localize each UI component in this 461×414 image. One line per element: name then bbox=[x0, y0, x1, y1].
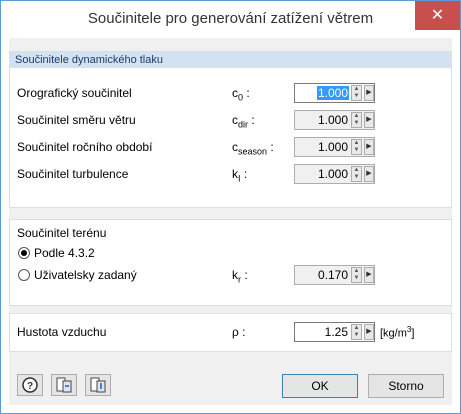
air-density-field[interactable]: 1.25 ▲ ▼ ▶ bbox=[294, 322, 375, 342]
season-spinner[interactable]: ▲ ▼ bbox=[351, 139, 362, 155]
season-label: Součinitel ročního období bbox=[17, 140, 153, 154]
spin-down-icon[interactable]: ▼ bbox=[352, 332, 361, 339]
turbulence-label: Součinitel turbulence bbox=[17, 167, 129, 181]
dynamic-pressure-header: Součinitele dynamického tlaku bbox=[10, 52, 451, 68]
orography-value[interactable]: 1.000 bbox=[316, 86, 349, 100]
orography-symbol: c0 : bbox=[232, 86, 250, 103]
turbulence-spinner[interactable]: ▲ ▼ bbox=[351, 166, 362, 182]
orography-spinner[interactable]: ▲ ▼ bbox=[351, 85, 362, 101]
import-button[interactable] bbox=[51, 374, 77, 396]
dialog-window: Součinitele pro generování zatížení větr… bbox=[0, 0, 461, 414]
cancel-button[interactable]: Storno bbox=[368, 374, 444, 398]
terrain-menu-arrow-icon[interactable]: ▶ bbox=[364, 267, 374, 283]
spin-up-icon[interactable]: ▲ bbox=[352, 140, 361, 147]
air-density-label: Hustota vzduchu bbox=[17, 325, 107, 339]
spin-down-icon[interactable]: ▼ bbox=[352, 174, 361, 181]
terrain-field[interactable]: 0.170 ▲ ▼ ▶ bbox=[294, 265, 375, 285]
turbulence-symbol: kI : bbox=[232, 167, 248, 184]
direction-menu-arrow-icon[interactable]: ▶ bbox=[364, 112, 374, 128]
direction-field[interactable]: 1.000 ▲ ▼ ▶ bbox=[294, 110, 375, 130]
export-icon bbox=[90, 377, 106, 393]
spin-down-icon[interactable]: ▼ bbox=[352, 93, 361, 100]
dialog-client-area: Součinitele dynamického tlaku Orografick… bbox=[9, 38, 452, 405]
spin-up-icon[interactable]: ▲ bbox=[352, 86, 361, 93]
terrain-group: Součinitel terénu Podle 4.3.2 Uživatelsk… bbox=[9, 219, 452, 306]
turbulence-value[interactable]: 1.000 bbox=[318, 167, 348, 181]
terrain-value[interactable]: 0.170 bbox=[318, 268, 348, 282]
season-field[interactable]: 1.000 ▲ ▼ ▶ bbox=[294, 137, 375, 157]
spin-up-icon[interactable]: ▲ bbox=[352, 325, 361, 332]
spin-down-icon[interactable]: ▼ bbox=[352, 147, 361, 154]
dynamic-pressure-group: Součinitele dynamického tlaku Orografick… bbox=[9, 51, 452, 208]
direction-label: Součinitel směru větru bbox=[17, 113, 136, 127]
season-symbol: cseason : bbox=[232, 140, 274, 157]
season-menu-arrow-icon[interactable]: ▶ bbox=[364, 139, 374, 155]
close-button[interactable]: ✕ bbox=[415, 1, 460, 30]
spin-down-icon[interactable]: ▼ bbox=[352, 120, 361, 127]
turbulence-menu-arrow-icon[interactable]: ▶ bbox=[364, 166, 374, 182]
air-density-menu-arrow-icon[interactable]: ▶ bbox=[364, 324, 374, 340]
help-button[interactable]: ? bbox=[17, 374, 43, 396]
spin-up-icon[interactable]: ▲ bbox=[352, 113, 361, 120]
air-density-value[interactable]: 1.25 bbox=[325, 325, 348, 339]
turbulence-field[interactable]: 1.000 ▲ ▼ ▶ bbox=[294, 164, 375, 184]
title-bar: Součinitele pro generování zatížení větr… bbox=[1, 1, 460, 38]
import-icon bbox=[56, 377, 72, 393]
terrain-standard-label[interactable]: Podle 4.3.2 bbox=[34, 246, 95, 260]
direction-value[interactable]: 1.000 bbox=[318, 113, 348, 127]
spin-down-icon[interactable]: ▼ bbox=[352, 275, 361, 282]
export-button[interactable] bbox=[85, 374, 111, 396]
terrain-spinner[interactable]: ▲ ▼ bbox=[351, 267, 362, 283]
terrain-label: Součinitel terénu bbox=[17, 226, 107, 240]
spin-up-icon[interactable]: ▲ bbox=[352, 268, 361, 275]
direction-symbol: cdir : bbox=[232, 113, 255, 130]
orography-menu-arrow-icon[interactable]: ▶ bbox=[364, 85, 374, 101]
air-density-unit: [kg/m3] bbox=[380, 325, 415, 340]
direction-spinner[interactable]: ▲ ▼ bbox=[351, 112, 362, 128]
air-density-symbol: ρ : bbox=[232, 325, 246, 339]
terrain-symbol: kr : bbox=[232, 268, 248, 285]
orography-label: Orografický součinitel bbox=[17, 86, 132, 100]
orography-field[interactable]: 1.000 ▲ ▼ ▶ bbox=[294, 83, 375, 103]
spin-up-icon[interactable]: ▲ bbox=[352, 167, 361, 174]
air-density-spinner[interactable]: ▲ ▼ bbox=[351, 324, 362, 340]
air-density-group: Hustota vzduchu ρ : 1.25 ▲ ▼ ▶ [kg/m3] bbox=[9, 313, 452, 352]
svg-text:?: ? bbox=[27, 381, 33, 392]
season-value[interactable]: 1.000 bbox=[318, 140, 348, 154]
terrain-standard-radio[interactable] bbox=[18, 247, 30, 259]
ok-button[interactable]: OK bbox=[282, 374, 358, 398]
dialog-title: Součinitele pro generování zatížení větr… bbox=[87, 10, 374, 27]
terrain-user-label[interactable]: Uživatelsky zadaný bbox=[34, 268, 137, 282]
help-icon: ? bbox=[22, 377, 38, 393]
terrain-user-radio[interactable] bbox=[18, 269, 30, 281]
